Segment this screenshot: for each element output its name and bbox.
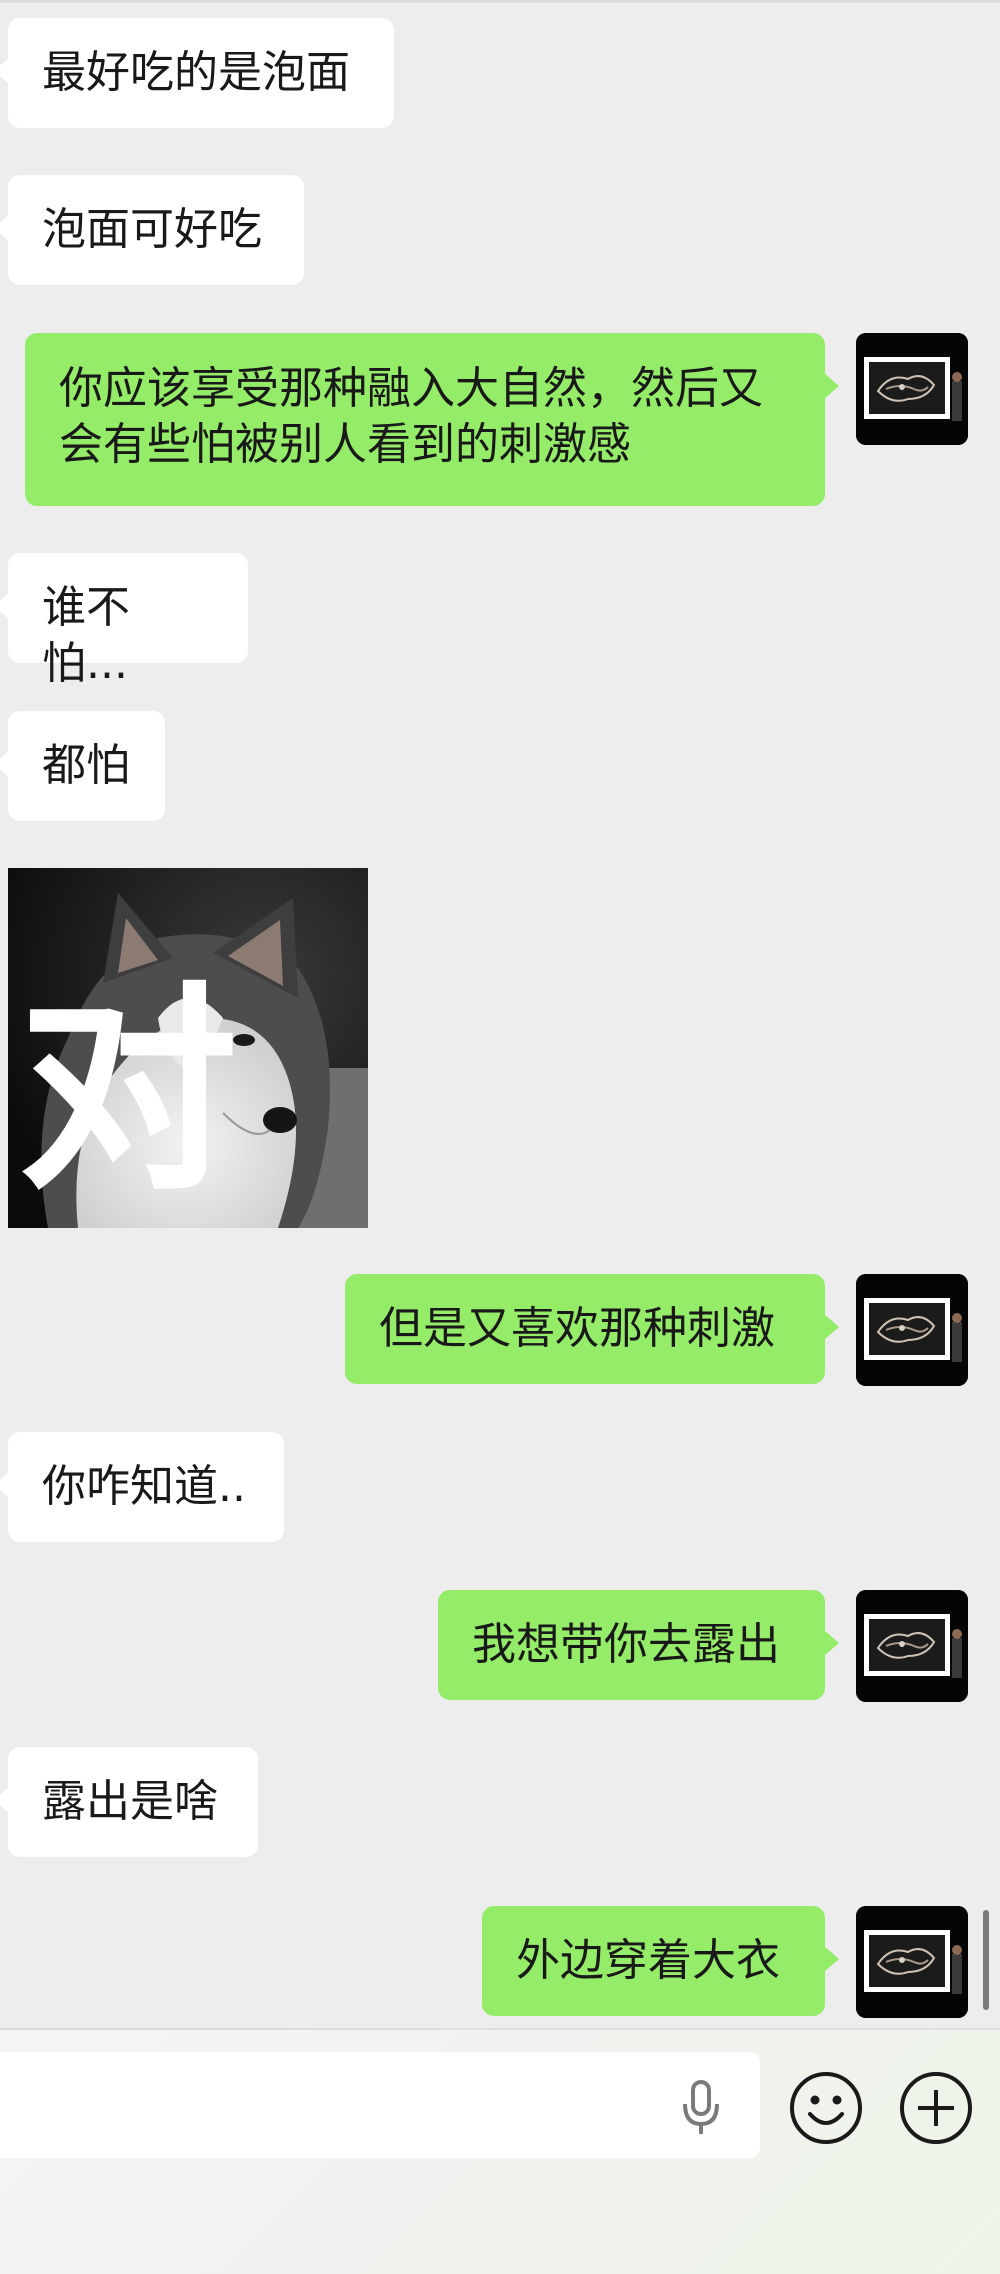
meme-caption-text: 对 (18, 964, 238, 1220)
message-input[interactable] (0, 2052, 760, 2158)
top-divider (0, 0, 1000, 3)
message-incoming[interactable]: 都怕 (0, 711, 165, 821)
avatar-artwork-icon (856, 1906, 968, 2018)
message-incoming[interactable]: 最好吃的是泡面 (0, 18, 394, 128)
my-avatar[interactable] (856, 1590, 968, 1702)
husky-dog-meme-image[interactable]: 对 (8, 868, 368, 1228)
my-avatar[interactable] (856, 333, 968, 445)
plus-circle-icon[interactable] (898, 2070, 974, 2146)
message-outgoing[interactable]: 你应该享受那种融入大自然，然后又会有些怕被别人看到的刺激感 (25, 333, 839, 506)
avatar-artwork-icon (856, 1590, 968, 1702)
message-incoming[interactable]: 谁不怕... (0, 553, 248, 689)
smiley-face-icon[interactable] (788, 2070, 864, 2146)
message-outgoing[interactable]: 外边穿着大衣 (482, 1906, 839, 2016)
my-avatar[interactable] (856, 1906, 968, 2018)
husky-dog-meme-picture: 对 (8, 868, 368, 1228)
message-outgoing[interactable]: 但是又喜欢那种刺激 (345, 1274, 839, 1384)
message-outgoing[interactable]: 我想带你去露出 (438, 1590, 839, 1700)
avatar-artwork-icon (856, 1274, 968, 1386)
avatar-artwork-icon (856, 333, 968, 445)
microphone-icon[interactable] (676, 2080, 726, 2136)
scrollbar-thumb[interactable] (983, 1910, 989, 2010)
message-incoming[interactable]: 泡面可好吃 (0, 175, 304, 285)
chat-message-list[interactable]: 最好吃的是泡面 泡面可好吃 你应该享受那种融入大自然，然后又会有些怕被别人看到的… (0, 0, 1000, 2028)
message-incoming[interactable]: 露出是啥 (0, 1747, 258, 1857)
my-avatar[interactable] (856, 1274, 968, 1386)
message-incoming[interactable]: 你咋知道.. (0, 1432, 284, 1542)
chat-input-bar (0, 2028, 1000, 2274)
